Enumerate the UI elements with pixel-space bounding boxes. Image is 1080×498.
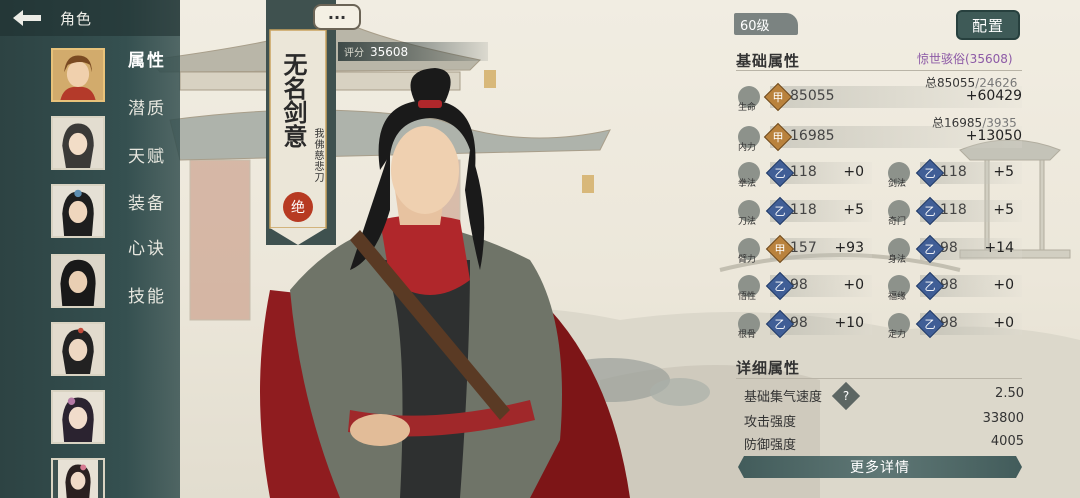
portrait-icon bbox=[53, 392, 103, 442]
attribute-panel: 60级 配置 基础属性 惊世骇俗(35608) 总85055/24626 生命 … bbox=[722, 0, 1080, 498]
more-details-button[interactable]: 更多详情 bbox=[738, 456, 1022, 478]
title-banner: 无名剑意 我佛慈悲刀 绝 bbox=[266, 0, 336, 245]
stat-label: 福缘 bbox=[888, 292, 907, 302]
detail-row: 攻击强度 33800 bbox=[744, 411, 1024, 433]
stat-label: 拳法 bbox=[738, 179, 757, 189]
menu-equipment[interactable]: 装备 bbox=[128, 189, 166, 214]
stat-bonus: +5 bbox=[993, 164, 1014, 180]
top-bar: 角色 bbox=[0, 0, 180, 36]
page-title: 角色 bbox=[60, 9, 93, 28]
stat-label: 奇门 bbox=[888, 217, 907, 227]
stat-bonus: +10 bbox=[834, 315, 864, 331]
stat-bonus: +5 bbox=[993, 202, 1014, 218]
divider bbox=[736, 378, 1022, 379]
stat-label: 定力 bbox=[888, 330, 907, 340]
mp-bonus: +13050 bbox=[965, 128, 1022, 144]
detail-row: 基础集气速度 ? 2.50 bbox=[744, 381, 1024, 410]
stat-bonus: +0 bbox=[993, 315, 1014, 331]
hp-value: 85055 bbox=[790, 88, 835, 104]
stat-bonus: +93 bbox=[834, 240, 864, 256]
character-avatar-3[interactable] bbox=[51, 184, 105, 238]
detail-value: 2.50 bbox=[995, 386, 1024, 401]
fame-label: 惊世骇俗(35608) bbox=[917, 52, 1013, 66]
character-avatar-2[interactable] bbox=[51, 116, 105, 170]
detail-value: 4005 bbox=[990, 434, 1024, 449]
stat-label: 臂力 bbox=[738, 255, 757, 265]
stat-bonus: +0 bbox=[843, 277, 864, 293]
portrait-icon bbox=[58, 460, 98, 498]
banner-subtitle: 我佛慈悲刀 bbox=[312, 128, 323, 183]
stat-bonus: +5 bbox=[843, 202, 864, 218]
detail-label: 防御强度 bbox=[744, 438, 797, 453]
ellipsis-icon: ··· bbox=[327, 7, 347, 27]
divider bbox=[736, 70, 1022, 71]
stat-bonus: +0 bbox=[993, 277, 1014, 293]
stat-label: 悟性 bbox=[738, 292, 757, 302]
score-value: 35608 bbox=[370, 44, 409, 59]
score-bar: 评分 35608 bbox=[338, 42, 488, 61]
character-avatar-7[interactable] bbox=[51, 458, 105, 498]
sidebar: 角色 属性 潜质 天赋 装备 心诀 技能 bbox=[0, 0, 180, 498]
menu-attributes[interactable]: 属性 bbox=[128, 46, 166, 71]
config-button[interactable]: 配置 bbox=[956, 10, 1020, 40]
help-icon[interactable]: ? bbox=[832, 381, 861, 410]
portrait-icon bbox=[53, 256, 103, 306]
mp-value: 16985 bbox=[790, 128, 835, 144]
banner-title: 无名剑意 bbox=[279, 52, 308, 148]
portrait-icon bbox=[53, 50, 103, 100]
detail-label: 攻击强度 bbox=[744, 415, 797, 430]
chat-bubble-button[interactable]: ··· bbox=[313, 4, 361, 30]
detail-attributes-title: 详细属性 bbox=[736, 359, 801, 377]
portrait-icon bbox=[53, 186, 103, 236]
character-avatar-4[interactable] bbox=[51, 254, 105, 308]
back-button[interactable] bbox=[0, 0, 54, 36]
character-avatar-1[interactable] bbox=[51, 48, 105, 102]
hp-label: 生命 bbox=[738, 103, 757, 113]
score-label: 评分 bbox=[344, 48, 364, 59]
detail-row: 防御强度 4005 bbox=[744, 434, 1024, 456]
character-avatar-5[interactable] bbox=[51, 322, 105, 376]
basic-attributes-title: 基础属性 bbox=[736, 52, 801, 70]
mp-label: 内力 bbox=[738, 143, 757, 153]
character-avatar-6[interactable] bbox=[51, 390, 105, 444]
back-arrow-icon bbox=[13, 10, 41, 26]
detail-value: 33800 bbox=[982, 411, 1024, 426]
menu-skills[interactable]: 技能 bbox=[128, 282, 166, 307]
stat-label: 根骨 bbox=[738, 330, 757, 340]
level-badge: 60级 bbox=[734, 13, 798, 35]
stat-label: 刀法 bbox=[738, 217, 757, 227]
rank-seal: 绝 bbox=[283, 192, 313, 222]
stat-bonus: +0 bbox=[843, 164, 864, 180]
portrait-icon bbox=[53, 118, 103, 168]
hp-bonus: +60429 bbox=[965, 88, 1022, 104]
menu-heart-method[interactable]: 心诀 bbox=[128, 234, 166, 259]
portrait-icon bbox=[53, 324, 103, 374]
stat-label: 剑法 bbox=[888, 179, 907, 189]
stat-label: 身法 bbox=[888, 255, 907, 265]
stat-bonus: +14 bbox=[984, 240, 1014, 256]
menu-potential[interactable]: 潜质 bbox=[128, 94, 166, 119]
menu-talent[interactable]: 天赋 bbox=[128, 142, 166, 167]
detail-label: 基础集气速度 bbox=[744, 390, 823, 405]
